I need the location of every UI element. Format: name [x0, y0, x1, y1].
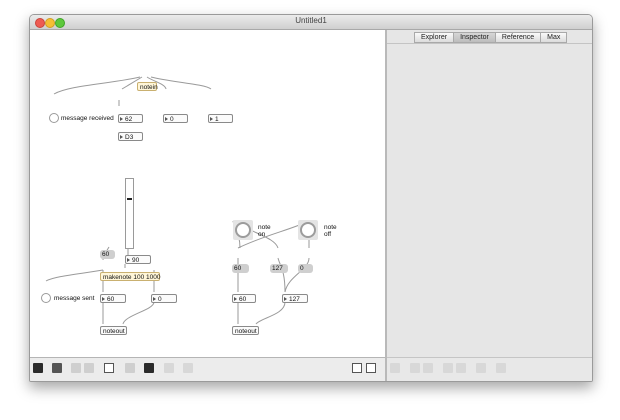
- send-back-icon[interactable]: [164, 363, 174, 373]
- sidebar-action-icon[interactable]: [496, 363, 506, 373]
- number-arrow-icon: [165, 117, 168, 122]
- info-icon[interactable]: [125, 363, 135, 373]
- message-received-button[interactable]: [49, 113, 59, 123]
- tab-inspector[interactable]: Inspector: [454, 32, 496, 43]
- message-0[interactable]: 0: [298, 264, 313, 273]
- message-sent-label: message sent: [54, 295, 95, 302]
- sidebar-action-icon[interactable]: [390, 363, 400, 373]
- patcher-toolbar: [30, 357, 385, 381]
- sidebar-toggle-icon[interactable]: [366, 363, 376, 373]
- note-name-value: D3: [125, 134, 134, 141]
- right-pitch-number[interactable]: 60: [232, 294, 256, 303]
- message-sent-button[interactable]: [41, 293, 51, 303]
- patcher-window: Untitled1 notein message received 62 0 1…: [29, 14, 593, 382]
- number-arrow-icon: [153, 297, 156, 302]
- patcher-canvas[interactable]: notein message received 62 0 1 D3 90 60 …: [30, 30, 385, 357]
- presentation-icon[interactable]: [52, 363, 62, 373]
- note-off-circle: [300, 222, 316, 238]
- channel-value: 1: [215, 116, 219, 123]
- patcher-view-icon[interactable]: [352, 363, 362, 373]
- right-velocity-value: 127: [289, 296, 300, 303]
- slider-value-number[interactable]: 90: [125, 255, 151, 264]
- out-velocity-value: 0: [158, 296, 162, 303]
- sidebar-toolbar: [387, 357, 592, 381]
- slider-knob[interactable]: [127, 198, 132, 200]
- slider-value: 90: [132, 257, 140, 264]
- sidebar-action-icon[interactable]: [476, 363, 486, 373]
- velocity-message[interactable]: 60: [100, 250, 115, 259]
- title-bar[interactable]: Untitled1: [30, 15, 592, 30]
- sidebar-action-icon[interactable]: [456, 363, 466, 373]
- sidebar-action-icon[interactable]: [410, 363, 420, 373]
- sidebar: Explorer Inspector Reference Max: [387, 30, 592, 381]
- note-off-button[interactable]: [298, 220, 318, 240]
- notein-object[interactable]: notein: [137, 82, 158, 91]
- message-60[interactable]: 60: [232, 264, 249, 273]
- lock-icon[interactable]: [33, 363, 43, 373]
- tab-max[interactable]: Max: [541, 32, 568, 43]
- inspector-pane: [387, 43, 592, 356]
- right-velocity-number[interactable]: 127: [282, 294, 308, 303]
- message-127[interactable]: 127: [270, 264, 288, 273]
- bring-front-icon[interactable]: [144, 363, 154, 373]
- number-arrow-icon: [234, 297, 237, 302]
- align-icon[interactable]: [183, 363, 193, 373]
- out-velocity-number[interactable]: 0: [151, 294, 177, 303]
- grid-icon[interactable]: [71, 363, 81, 373]
- pitch-number[interactable]: 62: [118, 114, 143, 123]
- right-pitch-value: 60: [239, 296, 247, 303]
- sidebar-action-icon[interactable]: [423, 363, 433, 373]
- tab-explorer[interactable]: Explorer: [414, 32, 455, 43]
- makenote-object[interactable]: makenote 100 1000: [100, 272, 160, 281]
- patch-cords: [45, 76, 310, 325]
- note-off-label: note off: [324, 224, 337, 238]
- out-pitch-value: 60: [107, 296, 115, 303]
- note-on-button[interactable]: [233, 220, 253, 240]
- out-pitch-number[interactable]: 60: [100, 294, 126, 303]
- channel-number[interactable]: 1: [208, 114, 233, 123]
- number-arrow-icon: [102, 297, 105, 302]
- number-arrow-icon: [284, 297, 287, 302]
- new-object-icon[interactable]: [84, 363, 94, 373]
- tab-reference[interactable]: Reference: [495, 32, 542, 43]
- note-on-label: note on: [258, 224, 271, 238]
- note-name-number[interactable]: D3: [118, 132, 143, 141]
- note-on-circle: [235, 222, 251, 238]
- message-received-label: message received: [61, 115, 114, 122]
- inspector-icon[interactable]: [104, 363, 114, 373]
- velocity-slider[interactable]: [125, 178, 134, 249]
- window-title: Untitled1: [295, 16, 327, 25]
- sidebar-action-icon[interactable]: [443, 363, 453, 373]
- number-arrow-icon: [120, 135, 123, 140]
- noteout-right-object[interactable]: noteout: [232, 326, 259, 335]
- velocity-value: 0: [170, 116, 174, 123]
- number-arrow-icon: [127, 258, 130, 263]
- noteout-left-object[interactable]: noteout: [100, 326, 127, 335]
- number-arrow-icon: [210, 117, 213, 122]
- pitch-value: 62: [125, 116, 133, 123]
- sidebar-tabs: Explorer Inspector Reference Max: [414, 32, 568, 43]
- velocity-number[interactable]: 0: [163, 114, 188, 123]
- number-arrow-icon: [120, 117, 123, 122]
